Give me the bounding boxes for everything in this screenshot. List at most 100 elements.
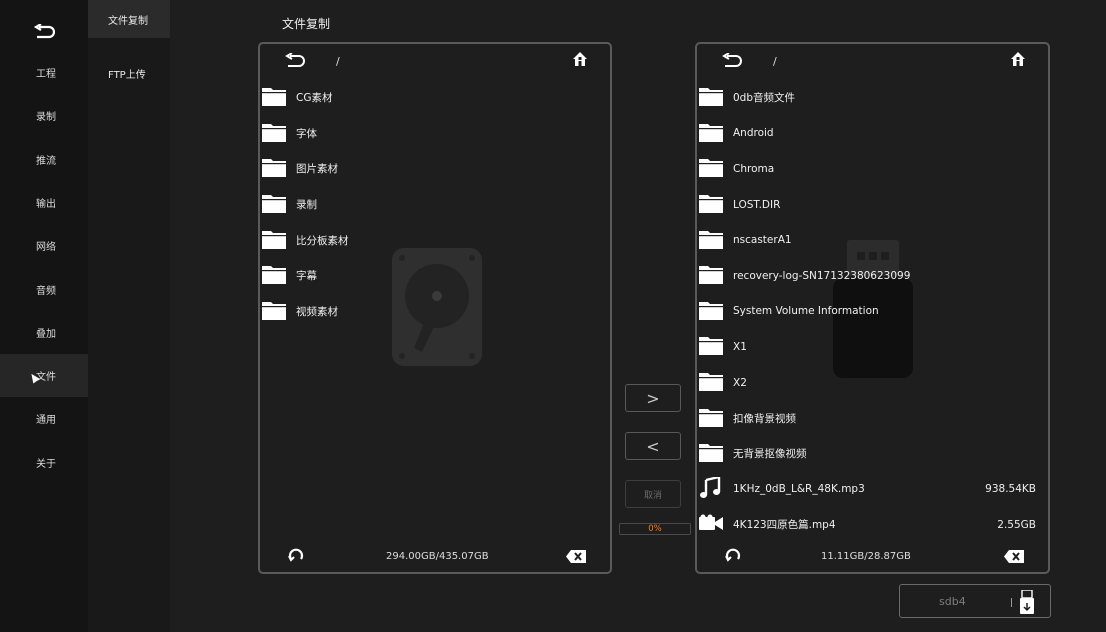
nav-item[interactable]: 文件 [0, 354, 88, 398]
file-row[interactable]: 1KHz_0dB_L&R_48K.mp3 938.54KB [697, 472, 1048, 508]
back-icon [33, 24, 55, 39]
file-size: 938.54KB [985, 483, 1036, 496]
folder-row[interactable]: CG素材 [260, 80, 610, 116]
current-path: / [773, 55, 777, 68]
page-title: 文件复制 [282, 17, 331, 31]
file-name: 字幕 [296, 270, 317, 283]
back-icon[interactable] [721, 52, 743, 72]
nav-item[interactable]: 推流 [0, 138, 88, 181]
storage-capacity: 11.11GB/28.87GB [821, 551, 911, 562]
folder-icon [699, 300, 723, 323]
subnav-item-ftp-upload[interactable]: FTP上传 [88, 55, 170, 91]
file-name: 图片素材 [296, 163, 338, 176]
folder-icon [699, 193, 723, 216]
home-icon[interactable] [572, 51, 588, 70]
usb-storage-icon [1020, 590, 1034, 614]
copy-to-right-button[interactable]: > [625, 384, 681, 412]
delete-icon[interactable] [1004, 550, 1024, 566]
hard-drive-icon [392, 248, 482, 366]
nav-item[interactable]: 叠加 [0, 311, 88, 354]
sub-nav: 文件复制 FTP上传 [88, 0, 170, 632]
file-name: X2 [733, 376, 747, 389]
folder-row[interactable]: X1 [697, 329, 1048, 365]
panel-header: / [260, 44, 610, 80]
folder-icon [262, 157, 286, 180]
nav-item[interactable]: 录制 [0, 94, 88, 137]
folder-row[interactable]: 图片素材 [260, 151, 610, 187]
copy-to-left-button[interactable]: < [625, 432, 681, 460]
local-file-panel: / CG素材字体图片素材录制比分板素材字幕视频素材 294.00GB/435.0… [258, 42, 612, 574]
folder-icon [699, 371, 723, 394]
back-button[interactable] [0, 14, 88, 50]
folder-icon [699, 229, 723, 252]
file-name: 无背景抠像视频 [733, 448, 807, 461]
folder-row[interactable]: System Volume Information [697, 294, 1048, 330]
folder-row[interactable]: nscasterA1 [697, 222, 1048, 258]
folder-icon [699, 407, 723, 430]
panel-footer: 11.11GB/28.87GB [697, 542, 1048, 572]
file-row[interactable]: 4K123四原色篇.mp4 2.55GB [697, 507, 1048, 543]
folder-icon [262, 193, 286, 216]
file-name: nscasterA1 [733, 234, 792, 247]
folder-row[interactable]: recovery-log-SN17132380623099 [697, 258, 1048, 294]
file-name: 扣像背景视频 [733, 412, 796, 425]
folder-row[interactable]: Android [697, 116, 1048, 152]
storage-capacity: 294.00GB/435.07GB [386, 551, 489, 562]
folder-icon [262, 86, 286, 109]
cancel-button[interactable]: 取消 [625, 480, 681, 508]
file-name: 1KHz_0dB_L&R_48K.mp3 [733, 483, 865, 496]
file-name: 字体 [296, 127, 317, 140]
nav-item[interactable]: 工程 [0, 51, 88, 94]
file-list: 0db音频文件 Android Chroma LOST.DIR nscasterA1 re… [697, 80, 1048, 543]
folder-icon [699, 157, 723, 180]
file-name: LOST.DIR [733, 198, 781, 211]
device-name: sdb4 [939, 595, 966, 608]
device-selector[interactable]: sdb4 [899, 584, 1051, 618]
folder-row[interactable]: 0db音频文件 [697, 80, 1048, 116]
music-note-icon [699, 475, 721, 502]
folder-icon [699, 442, 723, 465]
folder-icon [699, 264, 723, 287]
folder-icon [699, 335, 723, 358]
folder-row[interactable]: 字体 [260, 116, 610, 152]
folder-icon [699, 86, 723, 109]
main-nav: 工程 录制 推流 输出 网络 音频 叠加 文件 通用 关于 [0, 0, 88, 632]
file-name: 0db音频文件 [733, 92, 796, 105]
file-name: System Volume Information [733, 305, 879, 318]
file-name: 4K123四原色篇.mp4 [733, 519, 836, 532]
refresh-icon[interactable] [725, 548, 741, 567]
folder-icon [262, 122, 286, 145]
progress-indicator: 0% [619, 523, 691, 535]
delete-icon[interactable] [566, 550, 586, 566]
folder-icon [262, 264, 286, 287]
file-name: Android [733, 127, 774, 140]
file-name: recovery-log-SN17132380623099 [733, 269, 911, 282]
current-path: / [336, 55, 340, 68]
nav-item[interactable]: 输出 [0, 181, 88, 224]
file-name: CG素材 [296, 92, 333, 105]
folder-icon [262, 300, 286, 323]
panel-footer: 294.00GB/435.07GB [260, 542, 610, 572]
divider [1011, 598, 1012, 607]
folder-row[interactable]: 录制 [260, 187, 610, 223]
file-name: 比分板素材 [296, 234, 349, 247]
nav-item[interactable]: 网络 [0, 224, 88, 267]
nav-item[interactable]: 音频 [0, 268, 88, 311]
home-icon[interactable] [1010, 51, 1026, 70]
nav-item[interactable]: 关于 [0, 441, 88, 484]
file-size: 2.55GB [997, 518, 1036, 531]
subnav-item-file-copy[interactable]: 文件复制 [88, 0, 170, 38]
file-name: 视频素材 [296, 305, 338, 318]
refresh-icon[interactable] [288, 548, 304, 567]
folder-row[interactable]: X2 [697, 365, 1048, 401]
folder-row[interactable]: 扣像背景视频 [697, 400, 1048, 436]
folder-row[interactable]: Chroma [697, 151, 1048, 187]
folder-row[interactable]: LOST.DIR [697, 187, 1048, 223]
nav-item[interactable]: 通用 [0, 397, 88, 440]
content-area: 文件复制 / CG素材字体图片素材录制比分板素材字幕视频素材 294.00GB/… [170, 0, 1106, 632]
folder-icon [699, 122, 723, 145]
file-name: Chroma [733, 162, 775, 175]
panel-header: / [697, 44, 1048, 80]
back-icon[interactable] [284, 52, 306, 72]
folder-row[interactable]: 无背景抠像视频 [697, 436, 1048, 472]
